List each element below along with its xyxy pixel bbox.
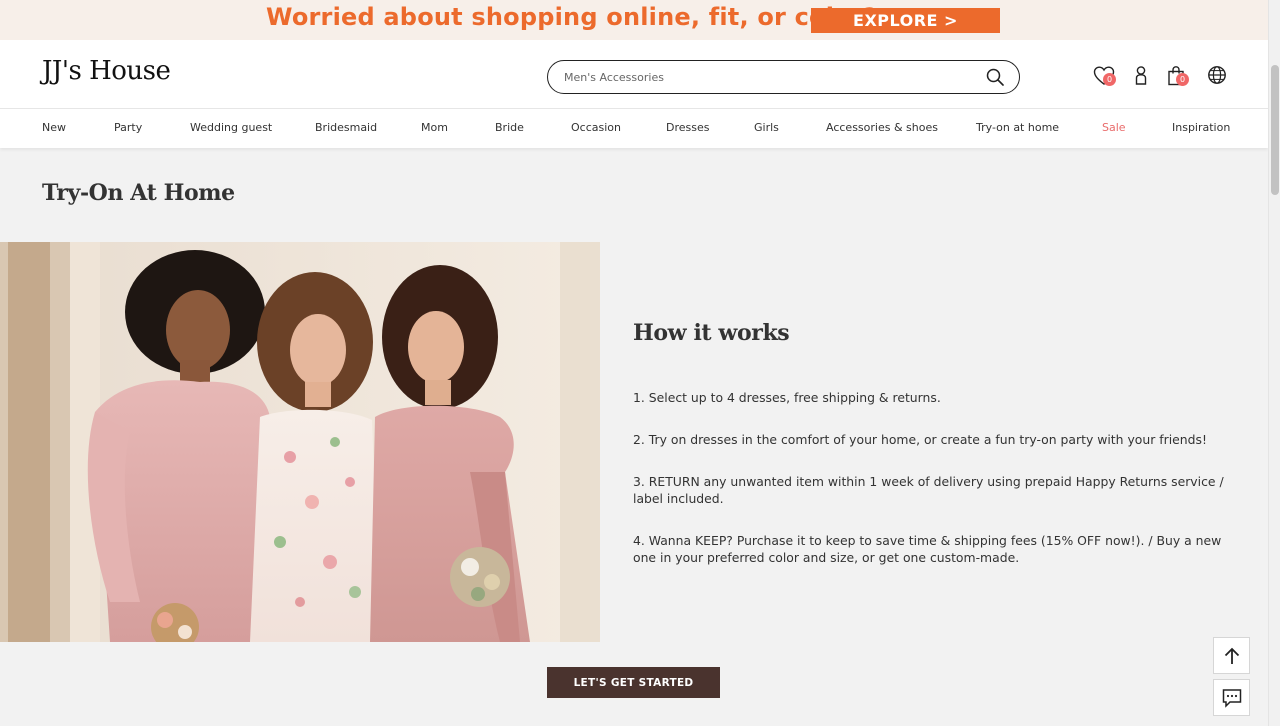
- bridesmaids-photo-image: [0, 242, 600, 642]
- step-3: 3. RETURN any unwanted item within 1 wee…: [633, 474, 1224, 506]
- how-it-works-heading: How it works: [633, 320, 790, 346]
- search-input[interactable]: [564, 67, 964, 87]
- logo[interactable]: JJ's House: [42, 56, 171, 86]
- wishlist-count-badge: 0: [1103, 73, 1116, 86]
- wishlist-button[interactable]: 0: [1093, 65, 1116, 87]
- chat-icon: [1222, 688, 1241, 708]
- back-to-top-button[interactable]: [1213, 637, 1250, 674]
- hero-photo: [0, 242, 600, 642]
- promo-text: Worried about shopping online, fit, or c…: [266, 3, 878, 31]
- cart-button[interactable]: 0: [1166, 65, 1189, 87]
- chat-button[interactable]: [1213, 679, 1250, 716]
- get-started-button[interactable]: LET'S GET STARTED: [547, 667, 720, 698]
- search-icon[interactable]: [986, 68, 1004, 86]
- cart-count-badge: 0: [1176, 73, 1189, 86]
- account-button[interactable]: [1131, 65, 1153, 87]
- nav-item-dresses[interactable]: Dresses: [666, 121, 709, 134]
- site-header: JJ's House 0: [0, 40, 1268, 109]
- step-4: 4. Wanna KEEP? Purchase it to keep to sa…: [633, 533, 1222, 565]
- nav-item-try-on-at-home[interactable]: Try-on at home: [976, 121, 1059, 134]
- nav-item-new[interactable]: New: [42, 121, 66, 134]
- arrow-up-icon: [1224, 647, 1239, 664]
- explore-button[interactable]: EXPLORE >: [811, 8, 1000, 33]
- user-icon: [1135, 66, 1147, 85]
- scrollbar-thumb[interactable]: [1271, 65, 1279, 195]
- nav-item-sale[interactable]: Sale: [1102, 121, 1126, 134]
- step-1: 1. Select up to 4 dresses, free shipping…: [633, 390, 941, 405]
- nav-item-party[interactable]: Party: [114, 121, 142, 134]
- nav-item-bride[interactable]: Bride: [495, 121, 524, 134]
- page-title: Try-On At Home: [42, 180, 235, 206]
- nav-item-wedding-guest[interactable]: Wedding guest: [190, 121, 272, 134]
- nav-item-accessories-shoes[interactable]: Accessories & shoes: [826, 121, 938, 134]
- language-button[interactable]: [1207, 65, 1229, 87]
- nav-item-inspiration[interactable]: Inspiration: [1172, 121, 1230, 134]
- globe-icon: [1208, 66, 1226, 84]
- step-2: 2. Try on dresses in the comfort of your…: [633, 432, 1207, 447]
- nav-item-occasion[interactable]: Occasion: [571, 121, 621, 134]
- main-nav: New Party Wedding guest Bridesmaid Mom B…: [0, 109, 1268, 148]
- promo-banner[interactable]: Worried about shopping online, fit, or c…: [0, 0, 1268, 40]
- page: Worried about shopping online, fit, or c…: [0, 0, 1268, 726]
- search-bar[interactable]: [547, 60, 1020, 94]
- page-scrollbar[interactable]: [1268, 0, 1280, 726]
- nav-item-bridesmaid[interactable]: Bridesmaid: [315, 121, 377, 134]
- nav-item-mom[interactable]: Mom: [421, 121, 448, 134]
- nav-item-girls[interactable]: Girls: [754, 121, 779, 134]
